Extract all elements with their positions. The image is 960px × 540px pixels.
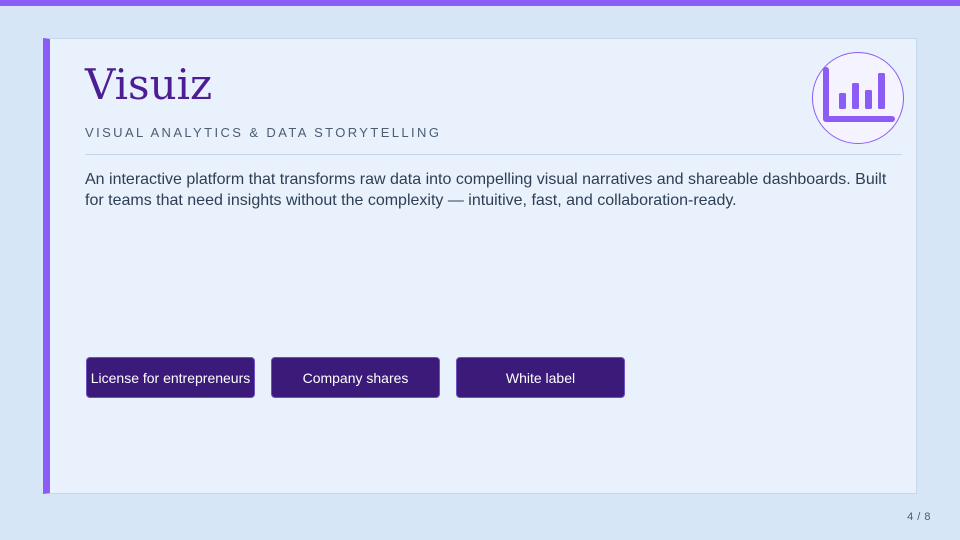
slide-description: An interactive platform that transforms … [85, 171, 887, 209]
slide-title: Visuiz [85, 60, 213, 109]
company-shares-button[interactable]: Company shares [271, 357, 440, 398]
slide-card: Visuiz VISUAL ANALYTICS & DATA STORYTELL… [43, 38, 917, 494]
slide-subtitle: VISUAL ANALYTICS & DATA STORYTELLING [85, 125, 442, 140]
page-counter: 4 / 8 [907, 511, 931, 523]
bar-chart-icon-svg [823, 67, 895, 122]
top-accent-bar [0, 0, 960, 6]
white-label-button[interactable]: White label [456, 357, 625, 398]
license-for-entrepreneurs-button[interactable]: License for entrepreneurs [86, 357, 255, 398]
action-buttons: License for entrepreneurs Company shares… [86, 357, 625, 398]
bar-chart-icon [812, 52, 904, 144]
divider [85, 154, 902, 155]
